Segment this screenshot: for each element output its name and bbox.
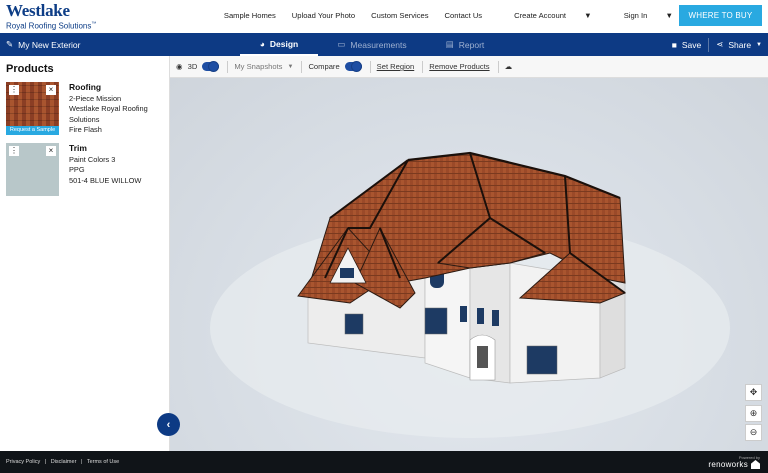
nav-upload-photo[interactable]: Upload Your Photo bbox=[292, 11, 355, 20]
product-card-trim[interactable]: ⋮ × Trim Paint Colors 3 PPG 501-4 BLUE W… bbox=[6, 143, 166, 199]
trim-info: Trim Paint Colors 3 PPG 501-4 BLUE WILLO… bbox=[69, 143, 141, 186]
trim-swatch[interactable]: ⋮ × bbox=[6, 143, 59, 196]
divider bbox=[301, 60, 303, 73]
house-3d-viewport[interactable]: ✥ ⊕ ⊖ bbox=[170, 78, 768, 451]
threed-toggle[interactable] bbox=[202, 61, 220, 72]
product-line: Fire Flash bbox=[69, 125, 102, 134]
footer-separator: | bbox=[80, 459, 83, 465]
product-line: Solutions bbox=[69, 114, 100, 124]
cloud-download-icon[interactable]: ☁ bbox=[505, 62, 513, 71]
house-render bbox=[210, 151, 730, 438]
product-category: Trim bbox=[69, 143, 87, 153]
more-options-icon[interactable]: ⋮ bbox=[9, 85, 19, 95]
compare-toggle-group: Compare bbox=[308, 61, 362, 72]
products-panel: Products ⋮ × Request a Sample Roofing 2-… bbox=[0, 56, 170, 451]
brand-logo[interactable]: Westlake Royal Roofing Solutions™ bbox=[6, 1, 97, 31]
compare-label: Compare bbox=[308, 62, 340, 71]
footer-separator: | bbox=[44, 459, 47, 465]
products-title: Products bbox=[6, 63, 54, 75]
share-icon: ⋖ bbox=[716, 39, 724, 49]
remove-products-link[interactable]: Remove Products bbox=[429, 62, 489, 71]
house-icon bbox=[751, 460, 760, 469]
threed-label: 3D bbox=[187, 62, 198, 71]
threed-toggle-group: ◉ 3D bbox=[176, 61, 220, 72]
product-line: PPG bbox=[69, 165, 85, 174]
product-line: 2-Piece Mission bbox=[69, 93, 122, 103]
nav-create-account[interactable]: Create Account ▼ bbox=[498, 11, 592, 20]
set-region-link[interactable]: Set Region bbox=[377, 62, 415, 71]
close-icon[interactable]: × bbox=[46, 146, 56, 156]
ruler-icon: ▭ bbox=[337, 39, 346, 49]
nav-sample-homes[interactable]: Sample Homes bbox=[224, 11, 276, 20]
roofing-swatch[interactable]: ⋮ × Request a Sample bbox=[6, 82, 59, 135]
zoom-out-icon[interactable]: ⊖ bbox=[745, 424, 762, 441]
powered-by: Powered by renoworks bbox=[708, 455, 760, 469]
project-title: My New Exterior bbox=[18, 39, 81, 50]
nav-contact-us[interactable]: Contact Us bbox=[445, 11, 483, 20]
nav-links: Sample Homes Upload Your Photo Custom Se… bbox=[208, 11, 673, 20]
close-icon[interactable]: × bbox=[46, 85, 56, 95]
caret-down-icon: ▼ bbox=[584, 11, 592, 20]
tab-measurements[interactable]: ▭ Measurements bbox=[318, 33, 426, 56]
caret-down-icon: ▼ bbox=[756, 41, 762, 48]
tab-report[interactable]: ▤ Report bbox=[426, 33, 504, 56]
product-category: Roofing bbox=[69, 82, 102, 92]
snapshots-dropdown[interactable]: My Snapshots ▼ bbox=[234, 62, 293, 71]
caret-down-icon: ▼ bbox=[287, 63, 294, 70]
divider bbox=[227, 60, 229, 73]
report-icon: ▤ bbox=[445, 39, 454, 49]
trademark-mark: ™ bbox=[91, 21, 97, 27]
share-button[interactable]: ⋖ Share ▼ bbox=[716, 39, 762, 50]
collapse-panel-button[interactable]: ‹ bbox=[157, 413, 180, 436]
vendor-name: renoworks bbox=[708, 460, 748, 469]
pencil-icon: ✎ bbox=[6, 39, 14, 49]
compare-toggle[interactable] bbox=[344, 61, 362, 72]
divider bbox=[422, 60, 424, 73]
caret-down-icon: ▼ bbox=[665, 11, 673, 20]
product-card-roofing[interactable]: ⋮ × Request a Sample Roofing 2-Piece Mis… bbox=[6, 82, 166, 138]
view-toolbar: ◉ 3D My Snapshots ▼ Compare Set Region R… bbox=[170, 56, 768, 78]
save-share-group: ■ Save ⋖ Share ▼ bbox=[672, 33, 762, 56]
terms-of-use-link[interactable]: Terms of Use bbox=[87, 459, 119, 465]
divider bbox=[708, 37, 710, 52]
cube-icon: ◉ bbox=[176, 62, 183, 71]
brand-subtitle: Royal Roofing Solutions bbox=[6, 21, 92, 31]
tab-design[interactable]: ◕ Design bbox=[240, 33, 318, 56]
top-navigation: Westlake Royal Roofing Solutions™ Sample… bbox=[0, 0, 768, 33]
where-to-buy-button[interactable]: WHERE TO BUY bbox=[679, 5, 762, 26]
palette-icon: ◕ bbox=[259, 38, 265, 49]
nav-custom-services[interactable]: Custom Services bbox=[371, 11, 428, 20]
footer: Privacy Policy | Disclaimer | Terms of U… bbox=[0, 451, 768, 473]
brand-name: Westlake bbox=[6, 1, 70, 20]
more-options-icon[interactable]: ⋮ bbox=[9, 146, 19, 156]
main-tabs: ◕ Design ▭ Measurements ▤ Report bbox=[240, 33, 504, 56]
design-toolbar: ✎ My New Exterior ◕ Design ▭ Measurement… bbox=[0, 33, 768, 56]
product-line: Paint Colors 3 bbox=[69, 154, 116, 164]
roofing-info: Roofing 2-Piece Mission Westlake Royal R… bbox=[69, 82, 148, 136]
footer-links: Privacy Policy | Disclaimer | Terms of U… bbox=[6, 459, 122, 465]
project-name[interactable]: ✎ My New Exterior bbox=[6, 39, 80, 50]
save-icon: ■ bbox=[671, 39, 677, 50]
zoom-in-icon[interactable]: ⊕ bbox=[745, 405, 762, 422]
privacy-policy-link[interactable]: Privacy Policy bbox=[6, 459, 40, 465]
divider bbox=[497, 60, 499, 73]
save-button[interactable]: ■ Save bbox=[672, 40, 702, 50]
divider bbox=[369, 60, 371, 73]
disclaimer-link[interactable]: Disclaimer bbox=[51, 459, 77, 465]
chevron-left-icon: ‹ bbox=[166, 418, 171, 431]
pan-icon[interactable]: ✥ bbox=[745, 384, 762, 401]
product-line: Westlake Royal Roofing bbox=[69, 104, 148, 113]
product-line: 501-4 BLUE WILLOW bbox=[69, 175, 142, 185]
nav-sign-in[interactable]: Sign In ▼ bbox=[608, 11, 673, 20]
request-sample-button[interactable]: Request a Sample bbox=[6, 126, 59, 135]
